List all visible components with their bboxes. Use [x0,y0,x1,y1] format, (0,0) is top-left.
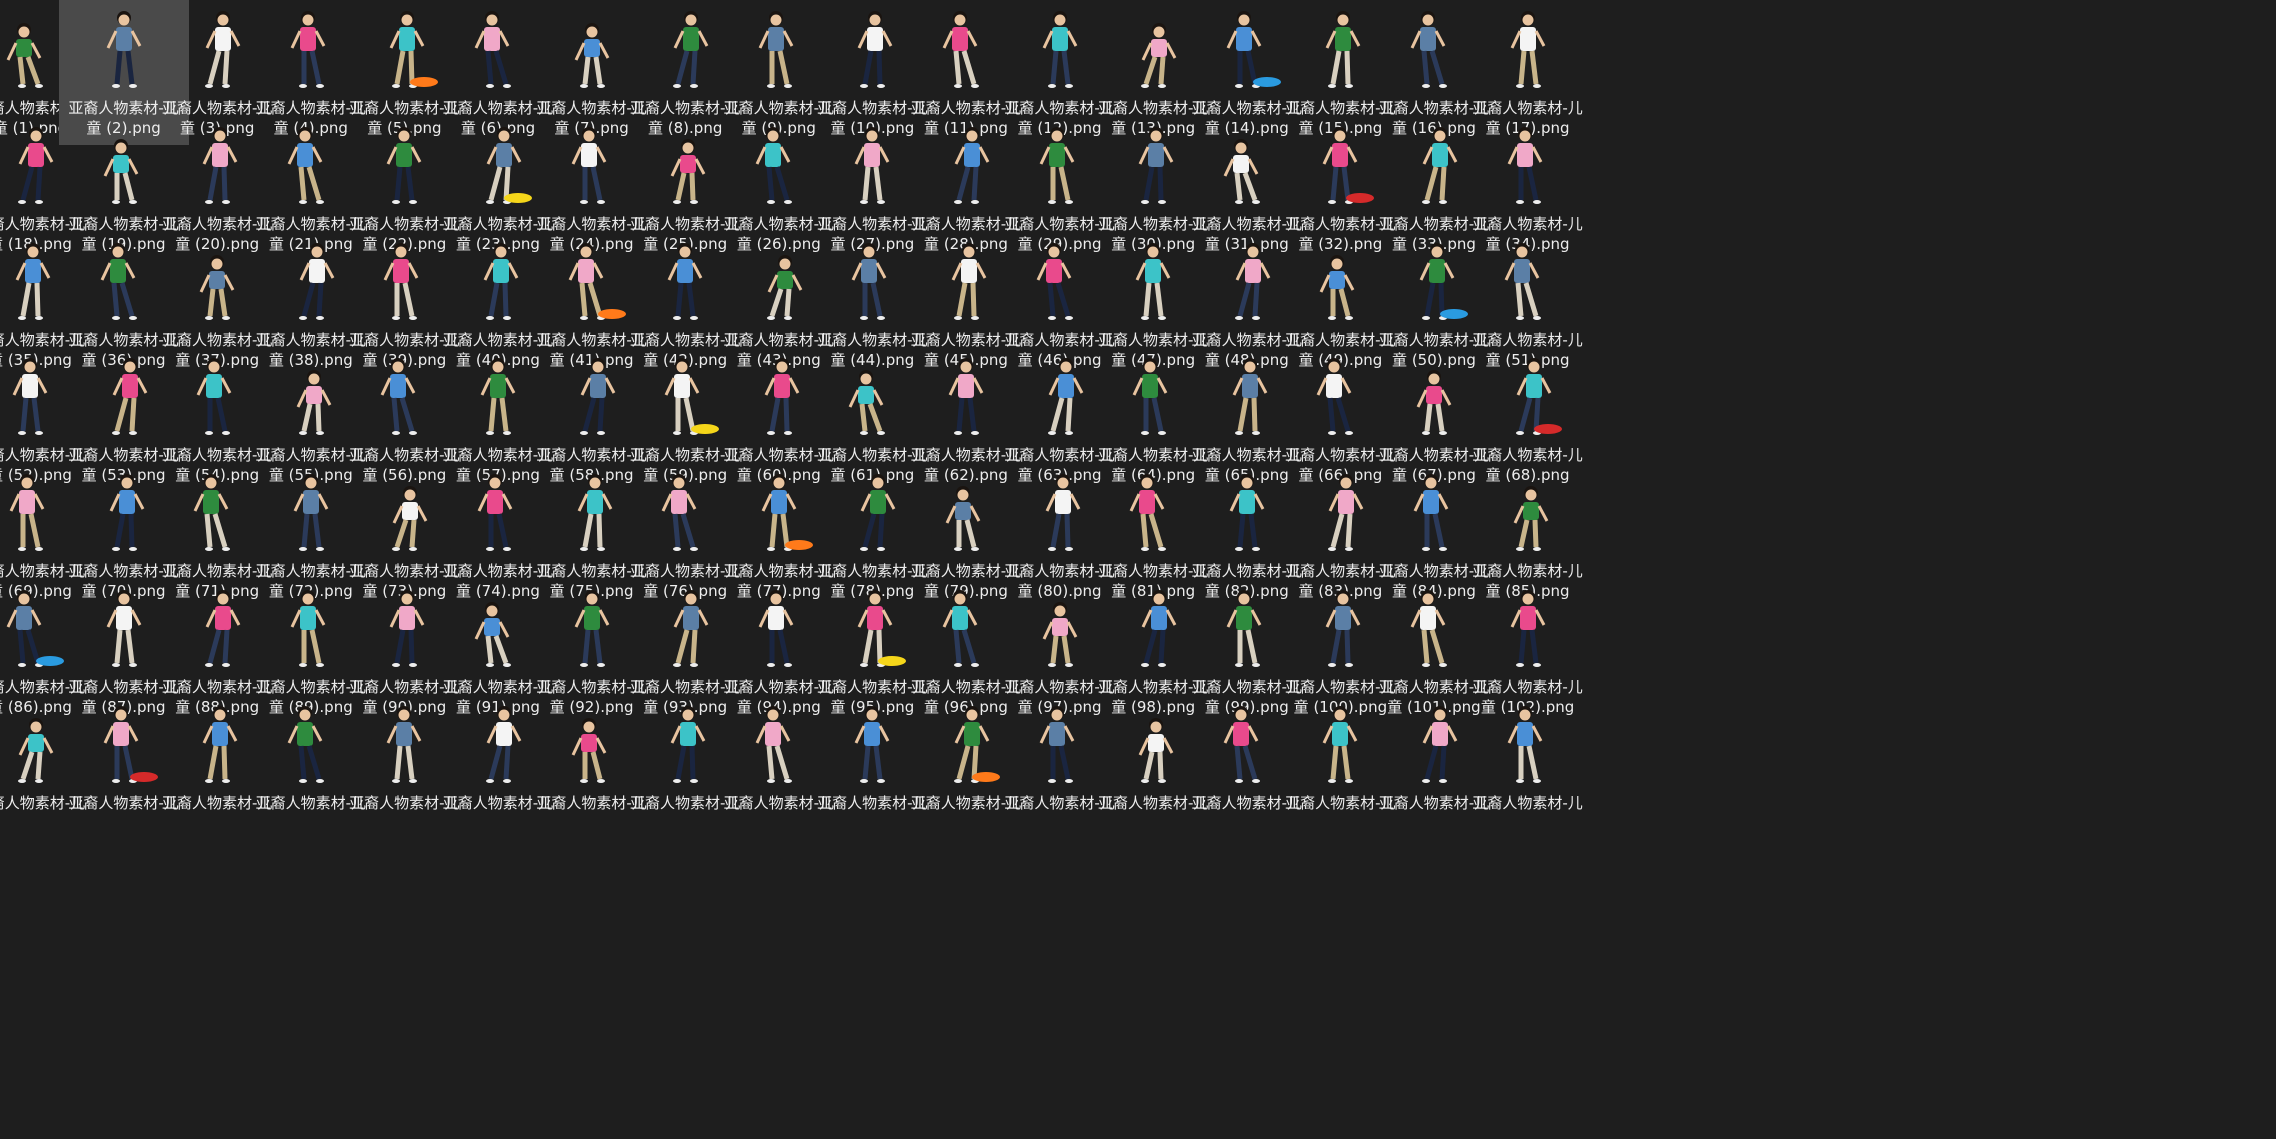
file-grid: 亚裔人物素材-儿童 (1).png 亚裔人物素材-儿童 (2).png 亚裔人物… [0,0,2276,1139]
image-thumbnail [1478,236,1578,328]
file-item[interactable]: 亚裔人物素材-儿 [1463,695,1593,840]
image-thumbnail [1478,583,1578,675]
file-name-line1: 亚裔人物素材-儿 [1472,562,1583,581]
file-name-line1: 亚裔人物素材-儿 [1472,99,1583,117]
image-thumbnail [1478,351,1578,443]
image-thumbnail [1478,699,1578,791]
file-name-line1: 亚裔人物素材-儿 [1472,446,1583,465]
file-name-line1: 亚裔人物素材-儿 [1472,330,1583,349]
file-name-line1: 亚裔人物素材-儿 [1472,793,1583,812]
image-thumbnail [1478,120,1578,212]
image-thumbnail [1478,467,1578,559]
image-thumbnail [1478,4,1578,96]
file-name-line1: 亚裔人物素材-儿 [1472,678,1583,696]
file-name-line1: 亚裔人物素材-儿 [1472,214,1583,233]
file-name: 亚裔人物素材-儿 [1463,793,1593,813]
